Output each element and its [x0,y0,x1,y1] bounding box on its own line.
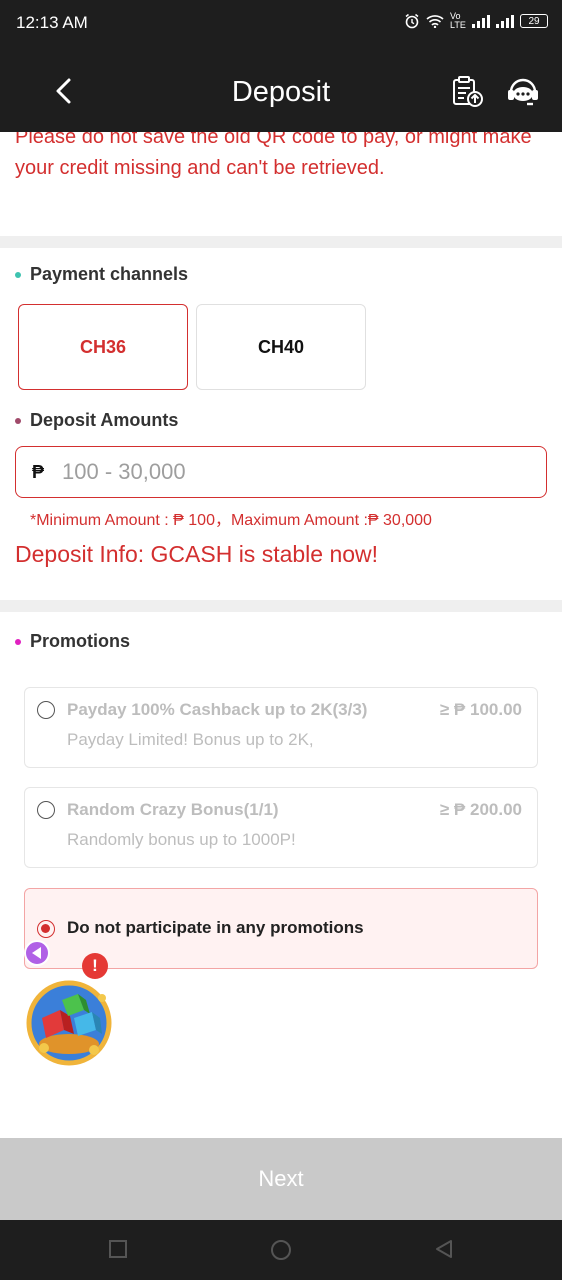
recent-apps-icon[interactable] [108,1239,128,1259]
amount-field[interactable]: ₱ [15,446,547,498]
peso-icon: ₱ [32,461,45,482]
promo-none-label: Do not participate in any promotions [67,918,364,937]
promo-name: Random Crazy Bonus(1/1) [67,800,279,819]
home-icon[interactable] [270,1239,292,1261]
app-header-front: Deposit [0,50,562,132]
section-dot [15,271,21,278]
channel-ch40-button[interactable]: CH40 [196,304,366,390]
promo-name: Payday 100% Cashback up to 2K(3/3) [67,700,368,719]
status-icons: Vo LTE 29 [404,12,548,30]
network-label: Vo LTE [450,11,466,30]
payment-channels-heading: Payment channels [15,264,188,285]
promo-min-amount: ≥ ₱ 100.00 [439,700,522,719]
signal-icon-2 [496,14,514,28]
promo-option-payday[interactable]: Payday 100% Cashback up to 2K(3/3) ≥ ₱ 1… [24,687,538,768]
deposit-amounts-title: Deposit Amounts [30,410,179,430]
radio-button[interactable] [37,801,55,819]
signal-icon [472,14,490,28]
alarm-icon [405,13,419,29]
amount-input[interactable] [62,459,503,485]
radio-button-selected[interactable] [37,920,55,938]
deposit-info-text: Deposit Info: GCASH is stable now! [15,541,379,567]
next-button[interactable]: Next [0,1138,562,1220]
history-button-icon[interactable] [450,74,486,110]
support-button-icon[interactable] [505,74,541,110]
battery-icon: 29 [520,14,548,28]
status-time: 12:13 AM [16,13,88,32]
section-dot [15,638,21,645]
game-cubes-icon[interactable] [24,978,114,1066]
section-divider [0,236,562,248]
collapse-widget-button[interactable] [24,940,50,966]
alert-badge: ! [82,953,108,979]
wifi-icon [426,15,444,28]
promotions-heading: Promotions [15,631,130,652]
amount-limits-text: *Minimum Amount : ₱ 100，Maximum Amount :… [30,512,432,529]
deposit-amounts-heading: Deposit Amounts [15,410,178,431]
promo-min-amount: ≥ ₱ 200.00 [439,800,522,819]
payment-channels-title: Payment channels [30,264,189,284]
promotions-title: Promotions [30,631,131,651]
promo-description: Randomly bonus up to 1000P! [67,830,296,849]
radio-button[interactable] [37,701,55,719]
back-nav-icon[interactable] [434,1239,454,1259]
section-dot [15,417,21,424]
promo-option-random-crazy[interactable]: Random Crazy Bonus(1/1) ≥ ₱ 200.00 Rando… [24,787,538,868]
channel-ch36-button[interactable]: CH36 [18,304,188,390]
status-bar: 12:13 AM Vo LTE 29 [0,0,562,50]
promo-description: Payday Limited! Bonus up to 2K, [67,730,314,749]
section-divider [0,600,562,612]
system-nav-bar [0,1220,562,1280]
